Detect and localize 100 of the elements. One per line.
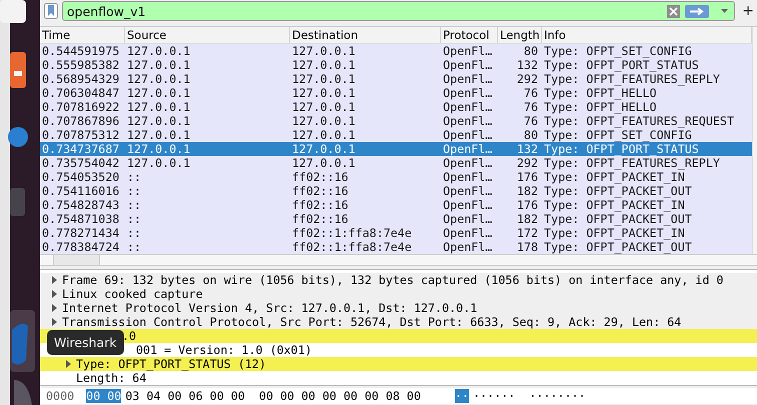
packet-row[interactable]: 0.754871038 :: ff02::16 OpenFl… 182 Type: OFPT_PACKET_OUT	[40, 212, 752, 226]
packet-row[interactable]: 0.568954329 127.0.0.1 127.0.0.1 OpenFl… 292 Type: OFPT_FEATURES_REPLY	[40, 72, 752, 86]
packet-row[interactable]: 0.707816922 127.0.0.1 127.0.0.1 OpenFl… 76 Type: OFPT_HELLO	[40, 100, 752, 114]
packet-row[interactable]: 0.754828743 :: ff02::16 OpenFl… 176 Type: OFPT_PACKET_IN	[40, 198, 752, 212]
clear-icon[interactable]	[667, 4, 680, 18]
table-cell: ::	[127, 170, 142, 184]
table-cell: 127.0.0.1	[292, 156, 356, 170]
table-cell: 172	[516, 226, 538, 240]
packet-row[interactable]: 0.735754042 127.0.0.1 127.0.0.1 OpenFl… 292 Type: OFPT_FEATURES_REPLY	[40, 156, 752, 170]
detail-text: 001 = Version: 1.0 (0x01)	[135, 343, 312, 357]
table-cell: 127.0.0.1	[127, 44, 190, 58]
table-cell: OpenFl…	[443, 226, 492, 240]
detail-row[interactable]: Linux cooked capture	[40, 287, 757, 301]
table-cell: 0.544591975	[42, 44, 120, 58]
table-cell: OpenFl…	[443, 184, 492, 198]
hex-offset: 0000	[45, 389, 76, 403]
table-cell: OpenFl…	[443, 128, 492, 142]
table-cell: 0.706304847	[42, 86, 120, 100]
add-filter-button[interactable]: +	[739, 4, 757, 18]
table-cell: 0.754053520	[42, 170, 120, 184]
table-cell: 0.778271434	[42, 226, 120, 240]
table-cell: 132	[516, 58, 538, 72]
table-cell: 127.0.0.1	[292, 100, 356, 114]
ascii-bytes: ······ ········	[472, 389, 587, 403]
table-cell: Type: OFPT_SET_CONFIG	[544, 44, 692, 58]
table-cell: 127.0.0.1	[127, 86, 190, 100]
table-cell: 0.707867896	[42, 114, 120, 128]
table-cell: 80	[524, 128, 538, 142]
dropdown-caret-icon[interactable]	[721, 9, 728, 13]
column-header[interactable]: Length	[498, 27, 542, 43]
table-cell: 0.778384724	[42, 240, 120, 254]
packet-row[interactable]: 0.707875312 127.0.0.1 127.0.0.1 OpenFl… 80 Type: OFPT_SET_CONFIG	[40, 128, 752, 142]
table-cell: 0.707875312	[42, 128, 120, 142]
table-cell: Type: OFPT_PORT_STATUS	[544, 58, 699, 72]
table-cell: 0.754828743	[42, 198, 120, 212]
table-cell: 182	[516, 184, 538, 198]
table-cell: Type: OFPT_PACKET_OUT	[544, 212, 692, 226]
table-cell: OpenFl…	[443, 100, 492, 114]
table-cell: OpenFl…	[443, 142, 492, 156]
expand-arrow-icon[interactable]	[52, 318, 56, 326]
table-cell: 176	[516, 170, 538, 184]
table-cell: Type: OFPT_PACKET_IN	[544, 226, 685, 240]
table-cell: 0.754116016	[42, 184, 120, 198]
table-cell: 176	[516, 198, 538, 212]
table-cell: Type: OFPT_FEATURES_REPLY	[544, 72, 720, 86]
table-cell: OpenFl…	[443, 198, 492, 212]
packet-row[interactable]: 0.544591975 127.0.0.1 127.0.0.1 OpenFl… 80 Type: OFPT_SET_CONFIG	[40, 44, 752, 58]
table-cell: ff02::16	[292, 184, 348, 198]
filter-text: openflow_v1	[67, 4, 147, 18]
display-filter-field[interactable]: openflow_v1	[62, 1, 736, 21]
table-cell: 0.707816922	[42, 100, 120, 114]
detail-text: Internet Protocol Version 4, Src: 127.0.0.1, Dst: 127.0.0.1	[62, 301, 478, 315]
table-cell: ::	[127, 184, 142, 198]
expand-arrow-icon[interactable]	[52, 304, 56, 312]
table-cell: 127.0.0.1	[127, 142, 190, 156]
table-cell: 127.0.0.1	[127, 72, 190, 86]
column-header[interactable]: Source	[125, 27, 290, 43]
packet-row[interactable]: 0.754053520 :: ff02::16 OpenFl… 176 Type: OFPT_PACKET_IN	[40, 170, 752, 184]
table-cell: ff02::1:ffa8:7e4e	[292, 226, 412, 240]
expand-arrow-icon[interactable]	[52, 276, 56, 284]
table-cell: 127.0.0.1	[127, 58, 190, 72]
table-cell: Type: OFPT_FEATURES_REPLY	[544, 156, 720, 170]
column-header[interactable]: Time	[40, 27, 125, 43]
expand-arrow-icon[interactable]	[66, 360, 70, 368]
table-cell: OpenFl…	[443, 72, 492, 86]
packet-row[interactable]: 0.707867896 127.0.0.1 127.0.0.1 OpenFl… 76 Type: OFPT_FEATURES_REQUEST	[40, 114, 752, 128]
table-cell: 127.0.0.1	[127, 114, 190, 128]
table-cell: 182	[516, 212, 538, 226]
detail-row[interactable]: Type: OFPT_PORT_STATUS (12)	[40, 357, 757, 371]
table-cell: OpenFl…	[443, 170, 492, 184]
detail-row[interactable]: Internet Protocol Version 4, Src: 127.0.0.1, Dst: 127.0.0.1	[40, 301, 757, 315]
table-cell: 0.735754042	[42, 156, 120, 170]
table-cell: ff02::1:ffa8:7e4e	[292, 240, 412, 254]
table-cell: 0.555985382	[42, 58, 120, 72]
packet-row[interactable]: 0.754116016 :: ff02::16 OpenFl… 182 Type: OFPT_PACKET_OUT	[40, 184, 752, 198]
table-cell: Type: OFPT_SET_CONFIG	[544, 128, 692, 142]
table-cell: Type: OFPT_PORT_STATUS	[544, 142, 699, 156]
detail-text: Linux cooked capture	[62, 287, 203, 301]
packet-row[interactable]: 0.778271434 :: ff02::1:ffa8:7e4e OpenFl… 172 Type: OFPT_PACKET_IN	[40, 226, 752, 240]
table-cell: 76	[524, 114, 538, 128]
table-cell: 127.0.0.1	[292, 44, 356, 58]
table-cell: 127.0.0.1	[292, 114, 356, 128]
bookmark-icon[interactable]	[44, 3, 58, 19]
table-cell: 0.568954329	[42, 72, 120, 86]
table-cell: OpenFl…	[443, 156, 492, 170]
hex-bytes: 03 04 00 06 00 00 00 00 00 00 00 00 08 00	[124, 389, 422, 403]
table-cell: Type: OFPT_PACKET_IN	[544, 198, 685, 212]
expand-arrow-icon[interactable]	[52, 290, 56, 298]
packet-row[interactable]: 0.555985382 127.0.0.1 127.0.0.1 OpenFl… 132 Type: OFPT_PORT_STATUS	[40, 58, 752, 72]
packet-row[interactable]: 0.706304847 127.0.0.1 127.0.0.1 OpenFl… 76 Type: OFPT_HELLO	[40, 86, 752, 100]
table-cell: OpenFl…	[443, 212, 492, 226]
column-header[interactable]: Protocol	[441, 27, 498, 43]
table-cell: OpenFl…	[443, 86, 492, 100]
table-cell: 0.734737687	[42, 142, 120, 156]
table-cell: 127.0.0.1	[127, 128, 190, 142]
packet-row[interactable]: 0.734737687 127.0.0.1 127.0.0.1 OpenFl… 132 Type: OFPT_PORT_STATUS	[40, 142, 752, 156]
column-header[interactable]: Destination	[290, 27, 441, 43]
table-cell: 127.0.0.1	[292, 128, 356, 142]
table-cell: 76	[524, 86, 538, 100]
packet-row[interactable]: 0.778384724 :: ff02::1:ffa8:7e4e OpenFl… 178 Type: OFPT_PACKET_OUT	[40, 240, 752, 254]
